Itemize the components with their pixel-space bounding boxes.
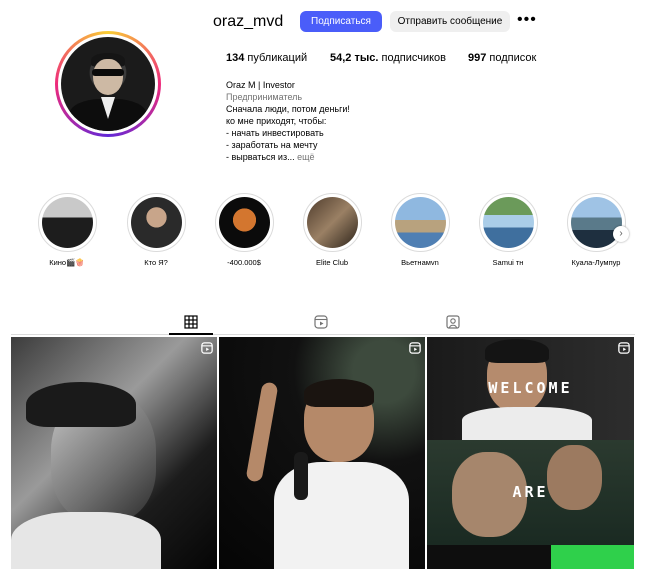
- highlight-item[interactable]: Samui тн: [473, 193, 543, 267]
- bio-more-link[interactable]: ещё: [297, 152, 314, 162]
- stat-followers[interactable]: 54,2 тыс. подписчиков: [330, 52, 446, 64]
- bio-line: ко мне приходят, чтобы:: [226, 116, 327, 126]
- highlight-cover: [218, 197, 270, 248]
- profile-username: oraz_mvd: [213, 13, 284, 30]
- highlight-item[interactable]: Вьетнамvn: [385, 193, 455, 267]
- highlight-label: Samui тн: [492, 258, 524, 267]
- profile-avatar[interactable]: [55, 31, 161, 137]
- following-count: 997: [468, 52, 487, 64]
- highlight-cover: [130, 197, 182, 248]
- tab-posts[interactable]: [169, 311, 213, 335]
- bio-line: - начать инвестировать: [226, 128, 324, 138]
- follow-button[interactable]: Подписаться: [300, 11, 382, 32]
- stat-posts: 134 публикаций: [226, 52, 307, 64]
- bio-category: Предприниматель: [226, 92, 303, 102]
- highlight-item[interactable]: -400.000$: [209, 193, 279, 267]
- highlight-cover: [482, 197, 534, 248]
- highlight-label: Кино🎬🍿: [49, 258, 85, 267]
- highlight-item[interactable]: Кино🎬🍿: [32, 193, 102, 267]
- bio-line: - вырваться из...: [226, 152, 295, 162]
- highlight-label: Вьетнамvn: [401, 258, 439, 267]
- highlight-item[interactable]: Elite Club: [297, 193, 367, 267]
- send-message-button[interactable]: Отправить сообщение: [390, 11, 510, 32]
- profile-bio: Oraz M | Investor Предприниматель Сначал…: [226, 79, 526, 163]
- tagged-user-icon: [446, 315, 460, 329]
- post-tile[interactable]: [11, 337, 217, 569]
- grid-icon: [184, 315, 198, 329]
- following-label: подписок: [489, 52, 537, 64]
- highlight-cover: [306, 197, 358, 248]
- followers-label: подписчиков: [381, 52, 446, 64]
- post-tile[interactable]: [219, 337, 425, 569]
- highlight-label: -400.000$: [227, 258, 261, 267]
- chevron-right-icon[interactable]: ›: [613, 226, 629, 242]
- avatar-photo: [61, 37, 155, 131]
- reel-icon: [409, 342, 421, 354]
- highlight-cover: [41, 197, 93, 248]
- highlight-item[interactable]: Кто Я?: [121, 193, 191, 267]
- highlight-cover: [394, 197, 446, 248]
- highlight-label: Кто Я?: [144, 258, 168, 267]
- bio-line: - заработать на мечту: [226, 140, 318, 150]
- followers-count: 54,2 тыс.: [330, 52, 379, 64]
- post-overlay-text: WELCOME: [488, 379, 573, 397]
- highlight-label: Elite Club: [315, 258, 349, 267]
- tab-tagged[interactable]: [431, 311, 475, 335]
- reels-icon: [314, 315, 328, 329]
- more-options-icon[interactable]: •••: [517, 11, 536, 32]
- bio-name: Oraz M | Investor: [226, 80, 295, 90]
- post-overlay-text: ARE: [512, 483, 549, 501]
- highlight-label: Куала-Лумпур: [571, 258, 621, 267]
- stat-following[interactable]: 997 подписок: [468, 52, 536, 64]
- reel-icon: [618, 342, 630, 354]
- bio-line: Сначала люди, потом деньги!: [226, 104, 350, 114]
- highlight-cover: [570, 197, 622, 248]
- post-tile[interactable]: WELCOME ARE: [427, 337, 634, 569]
- posts-count: 134: [226, 52, 245, 64]
- posts-label: публикаций: [247, 52, 308, 64]
- tab-reels[interactable]: [299, 311, 343, 335]
- reel-icon: [201, 342, 213, 354]
